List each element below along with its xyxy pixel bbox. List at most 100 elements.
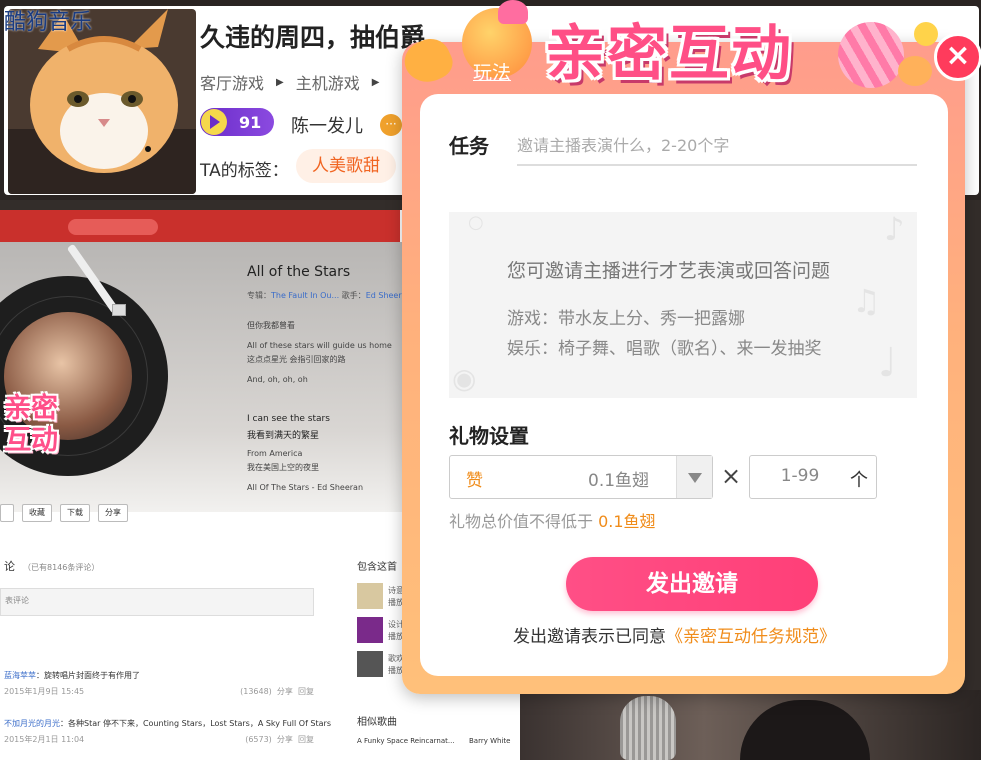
multiply-icon: × (721, 462, 742, 490)
chevron-right-icon: ▶ (276, 76, 284, 88)
play-icon (201, 109, 227, 135)
minimum-value-text: 礼物总价值不得低于 (449, 512, 594, 531)
task-label: 任务 (449, 134, 489, 158)
decoration-icon (838, 22, 904, 88)
tonearm-head (112, 304, 126, 316)
comment-text: ：各种Star 停不下来，Counting Stars，Lost Stars，A… (60, 719, 331, 728)
partial-button (0, 504, 14, 522)
agreement-text: 发出邀请表示已同意 (513, 627, 666, 647)
comment-actions: (6573) 分享 回复 (245, 734, 314, 745)
gamepad-icon: ◉ (452, 362, 477, 395)
gift-settings-label: 礼物设置 (449, 424, 529, 448)
host-avatar[interactable] (8, 9, 196, 194)
gift-price: 0.1鱼翅 (588, 471, 650, 491)
quantity-unit: 个 (850, 470, 868, 491)
album-link: The Fault In Ou... (271, 291, 340, 300)
app-label: 酷狗音乐 (4, 10, 93, 35)
gift-select[interactable]: 赞 0.1鱼翅 (449, 455, 713, 499)
like-count: (13648) (240, 687, 272, 696)
breadcrumb: 客厅游戏 ▶ 主机游戏 ▶ (200, 70, 391, 94)
comments-title-text: 论 (4, 560, 15, 573)
task-input[interactable] (517, 126, 917, 166)
kugou-topbar (0, 210, 400, 242)
share-link: 分享 (276, 735, 293, 744)
dropdown-arrow-icon[interactable] (676, 456, 712, 498)
lyric-line: 但你我都曾看 (247, 321, 295, 330)
lyric-line-current: 我看到满天的繁星 (247, 431, 320, 441)
hint-line-entertainment: 娱乐：椅子舞、唱歌（歌名）、来一发抽奖 (507, 339, 822, 359)
similar-song-name: A Funky Space Reincarnat... (357, 737, 455, 745)
share-link: 分享 (276, 687, 293, 696)
close-button[interactable]: × (934, 33, 981, 81)
comment-user: 不加月光的月光 (4, 719, 60, 728)
playlist-thumb (357, 583, 383, 609)
playlist-thumb (357, 617, 383, 643)
song-title: All of the Stars (247, 264, 351, 280)
playlist-section-title: 包含这首 (357, 562, 397, 573)
send-invite-button[interactable]: 发出邀请 (566, 557, 818, 611)
level-number: 91 (239, 112, 262, 132)
similar-song-artist: Barry White (469, 737, 511, 745)
level-badge: 91 (200, 108, 274, 136)
music-note-icon: ♪ (884, 210, 905, 248)
comment-user: 蓝海苹苹 (4, 671, 36, 680)
lyric-line-current: I can see the stars (247, 414, 330, 424)
search-input (68, 219, 158, 235)
comment-item: 不加月光的月光：各种Star 停不下来，Counting Stars，Lost … (4, 718, 331, 729)
host-tag[interactable]: 人美歌甜 (296, 149, 396, 183)
dialog-banner-title: 亲密互动 (545, 19, 793, 89)
guitar-icon: ♩ (878, 340, 897, 386)
comment-date: 2015年2月1日 11:04 (4, 735, 85, 744)
similar-songs-title: 相似歌曲 (357, 717, 397, 728)
comments-count: （已有8146条评论） (23, 563, 100, 572)
music-notes-icon: ♫ (852, 282, 881, 320)
comment-actions: (13648) 分享 回复 (240, 686, 314, 697)
agreement-link[interactable]: 《亲密互动任务规范》 (666, 627, 836, 647)
comments-title: 论 （已有8146条评论） (4, 558, 99, 574)
hint-title: 您可邀请主播进行才艺表演或回答问题 (507, 260, 831, 282)
minimum-value-note: 礼物总价值不得低于 0.1鱼翅 (449, 508, 656, 532)
chat-bubble-icon[interactable]: ··· (380, 114, 402, 136)
subcategory-link[interactable]: 主机游戏 (296, 70, 360, 94)
singer-label: 歌手： (341, 291, 366, 300)
player-actions: 收藏 下载 分享 (0, 504, 128, 522)
tag-label: TA的标签： (200, 161, 289, 181)
comment-meta: 2015年2月1日 11:04 (6573) 分享 回复 (4, 734, 314, 745)
hint-line-game: 游戏：带水友上分、秀一把露娜 (507, 309, 745, 329)
heart-icon (498, 0, 528, 24)
category-link[interactable]: 客厅游戏 (200, 70, 264, 94)
intimacy-logo-line2: 互动 (4, 425, 58, 456)
intimacy-logo-line1: 亲密 (4, 393, 58, 424)
comment-date: 2015年1月9日 15:45 (4, 687, 85, 696)
collect-button: 收藏 (22, 504, 52, 522)
download-button: 下载 (60, 504, 90, 522)
comment-text: ：旋转唱片封面终于有作用了 (36, 671, 140, 680)
reply-link: 回复 (298, 687, 314, 696)
quantity-field[interactable]: 个 (749, 455, 877, 499)
decoration-icon (898, 56, 932, 86)
lyric-line: And, oh, oh, oh (247, 375, 308, 384)
agreement-note: 发出邀请表示已同意《亲密互动任务规范》 (513, 622, 836, 647)
minimum-value-amount: 0.1鱼翅 (598, 512, 656, 531)
reply-link: 回复 (298, 735, 314, 744)
host-name[interactable]: 陈一发儿 (291, 112, 363, 138)
star-icon (914, 22, 938, 46)
song-meta: 专辑：The Fault In Ou... 歌手：Ed Sheeran (247, 290, 412, 301)
rules-link[interactable]: 玩法 (473, 58, 511, 85)
like-count: (6573) (245, 735, 272, 744)
intimacy-logo: 亲密 互动 (4, 393, 92, 473)
lyric-line: From America (247, 449, 303, 458)
chevron-right-icon: ▶ (371, 76, 380, 88)
share-button: 分享 (98, 504, 128, 522)
microphone (620, 696, 676, 760)
playlist-thumb (357, 651, 383, 677)
comment-meta: 2015年1月9日 15:45 (13648) 分享 回复 (4, 686, 314, 697)
gift-name: 赞 (466, 471, 483, 491)
quantity-input[interactable] (762, 466, 838, 486)
comment-item: 蓝海苹苹：旋转唱片封面终于有作用了 (4, 670, 140, 681)
lyric-line: 我在美国上空的夜里 (247, 463, 319, 472)
lyric-line: All of these stars will guide us home (247, 341, 392, 350)
album-label: 专辑： (247, 291, 271, 300)
circle-icon: ○ (468, 212, 484, 233)
lyric-line: All Of The Stars - Ed Sheeran (247, 483, 364, 492)
